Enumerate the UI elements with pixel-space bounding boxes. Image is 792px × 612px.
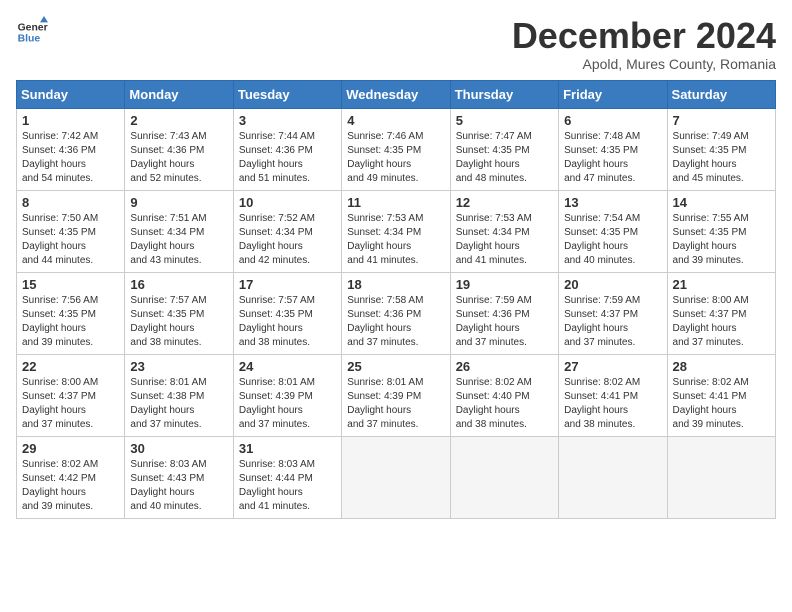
calendar-day-5: 5Sunrise: 7:47 AMSunset: 4:35 PMDaylight… [450, 108, 558, 190]
calendar-day-26: 26Sunrise: 8:02 AMSunset: 4:40 PMDayligh… [450, 354, 558, 436]
header-tuesday: Tuesday [233, 80, 341, 108]
calendar-day-empty [342, 436, 450, 518]
calendar-day-22: 22Sunrise: 8:00 AMSunset: 4:37 PMDayligh… [17, 354, 125, 436]
header-monday: Monday [125, 80, 233, 108]
calendar-day-10: 10Sunrise: 7:52 AMSunset: 4:34 PMDayligh… [233, 190, 341, 272]
calendar-day-6: 6Sunrise: 7:48 AMSunset: 4:35 PMDaylight… [559, 108, 667, 190]
calendar-day-25: 25Sunrise: 8:01 AMSunset: 4:39 PMDayligh… [342, 354, 450, 436]
calendar-day-31: 31Sunrise: 8:03 AMSunset: 4:44 PMDayligh… [233, 436, 341, 518]
calendar-day-18: 18Sunrise: 7:58 AMSunset: 4:36 PMDayligh… [342, 272, 450, 354]
title-block: December 2024 Apold, Mures County, Roman… [512, 16, 776, 72]
calendar-day-19: 19Sunrise: 7:59 AMSunset: 4:36 PMDayligh… [450, 272, 558, 354]
calendar-day-8: 8Sunrise: 7:50 AMSunset: 4:35 PMDaylight… [17, 190, 125, 272]
calendar-day-15: 15Sunrise: 7:56 AMSunset: 4:35 PMDayligh… [17, 272, 125, 354]
calendar-day-11: 11Sunrise: 7:53 AMSunset: 4:34 PMDayligh… [342, 190, 450, 272]
calendar-day-28: 28Sunrise: 8:02 AMSunset: 4:41 PMDayligh… [667, 354, 775, 436]
calendar-day-1: 1Sunrise: 7:42 AMSunset: 4:36 PMDaylight… [17, 108, 125, 190]
calendar-day-24: 24Sunrise: 8:01 AMSunset: 4:39 PMDayligh… [233, 354, 341, 436]
logo-icon: General Blue [16, 16, 48, 48]
calendar-day-3: 3Sunrise: 7:44 AMSunset: 4:36 PMDaylight… [233, 108, 341, 190]
header-saturday: Saturday [667, 80, 775, 108]
header-thursday: Thursday [450, 80, 558, 108]
page-header: General Blue December 2024 Apold, Mures … [16, 16, 776, 72]
location: Apold, Mures County, Romania [512, 56, 776, 72]
logo: General Blue [16, 16, 48, 48]
calendar-day-empty [559, 436, 667, 518]
calendar-day-empty [667, 436, 775, 518]
calendar-day-13: 13Sunrise: 7:54 AMSunset: 4:35 PMDayligh… [559, 190, 667, 272]
month-title: December 2024 [512, 16, 776, 56]
svg-text:General: General [18, 22, 48, 33]
calendar-day-2: 2Sunrise: 7:43 AMSunset: 4:36 PMDaylight… [125, 108, 233, 190]
calendar-day-30: 30Sunrise: 8:03 AMSunset: 4:43 PMDayligh… [125, 436, 233, 518]
calendar-day-17: 17Sunrise: 7:57 AMSunset: 4:35 PMDayligh… [233, 272, 341, 354]
calendar-day-21: 21Sunrise: 8:00 AMSunset: 4:37 PMDayligh… [667, 272, 775, 354]
calendar-day-20: 20Sunrise: 7:59 AMSunset: 4:37 PMDayligh… [559, 272, 667, 354]
calendar-day-16: 16Sunrise: 7:57 AMSunset: 4:35 PMDayligh… [125, 272, 233, 354]
calendar-day-27: 27Sunrise: 8:02 AMSunset: 4:41 PMDayligh… [559, 354, 667, 436]
header-sunday: Sunday [17, 80, 125, 108]
calendar-table: Sunday Monday Tuesday Wednesday Thursday… [16, 80, 776, 519]
calendar-day-4: 4Sunrise: 7:46 AMSunset: 4:35 PMDaylight… [342, 108, 450, 190]
calendar-day-9: 9Sunrise: 7:51 AMSunset: 4:34 PMDaylight… [125, 190, 233, 272]
header-wednesday: Wednesday [342, 80, 450, 108]
header-row: Sunday Monday Tuesday Wednesday Thursday… [17, 80, 776, 108]
calendar-day-empty [450, 436, 558, 518]
header-friday: Friday [559, 80, 667, 108]
calendar-day-12: 12Sunrise: 7:53 AMSunset: 4:34 PMDayligh… [450, 190, 558, 272]
calendar-day-7: 7Sunrise: 7:49 AMSunset: 4:35 PMDaylight… [667, 108, 775, 190]
calendar-day-29: 29Sunrise: 8:02 AMSunset: 4:42 PMDayligh… [17, 436, 125, 518]
calendar-day-14: 14Sunrise: 7:55 AMSunset: 4:35 PMDayligh… [667, 190, 775, 272]
calendar-day-23: 23Sunrise: 8:01 AMSunset: 4:38 PMDayligh… [125, 354, 233, 436]
svg-text:Blue: Blue [18, 34, 41, 45]
